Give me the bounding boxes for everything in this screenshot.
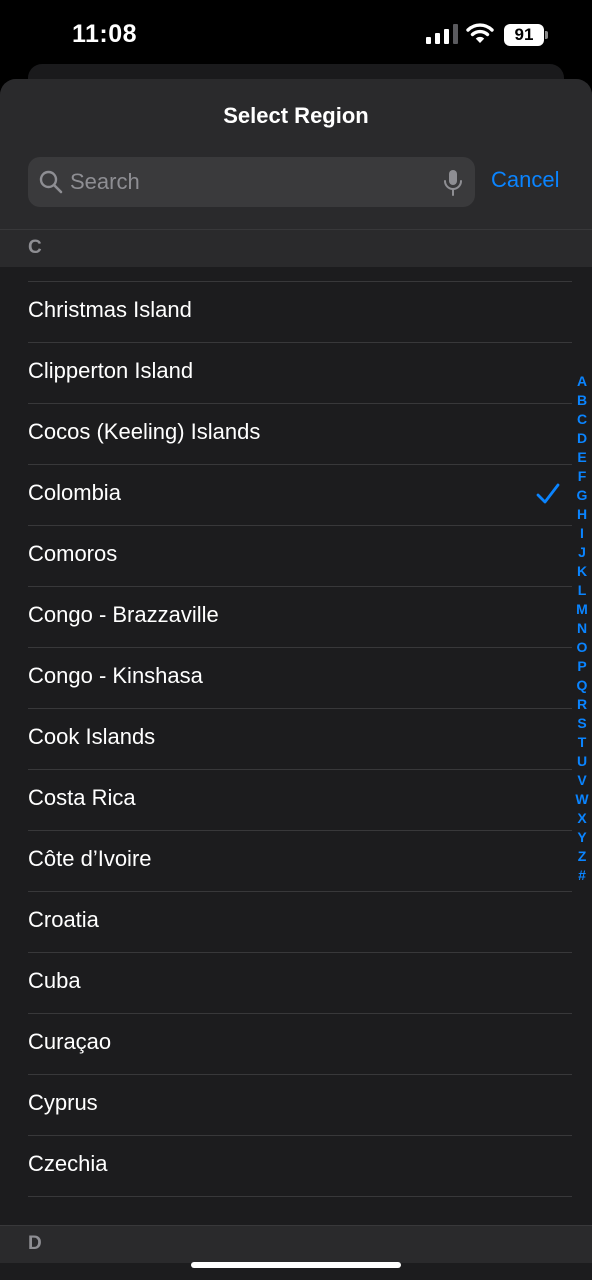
index-letter-o[interactable]: O [572,638,592,657]
select-region-sheet: Select Region Cancel C Christmas Island … [0,79,592,1280]
index-letter-l[interactable]: L [572,581,592,600]
index-letter-h[interactable]: H [572,505,592,524]
index-letter-b[interactable]: B [572,391,592,410]
index-letter-p[interactable]: P [572,657,592,676]
status-bar: 11:08 91 [0,0,592,70]
search-bar[interactable] [28,157,475,207]
region-label: Congo - Brazzaville [28,602,219,627]
search-input[interactable] [70,157,430,207]
index-letter-u[interactable]: U [572,752,592,771]
region-row-cote-divoire[interactable]: Côte d’Ivoire [0,830,592,891]
cancel-button[interactable]: Cancel [491,167,559,193]
region-list: Christmas Island Clipperton Island Cocos… [0,281,592,1197]
region-row-czechia[interactable]: Czechia [0,1135,592,1196]
region-row-cook-islands[interactable]: Cook Islands [0,708,592,769]
region-label: Costa Rica [28,785,136,810]
search-icon [39,170,63,194]
index-letter-e[interactable]: E [572,448,592,467]
region-label: Côte d’Ivoire [28,846,152,871]
index-letter-w[interactable]: W [572,790,592,809]
index-letter-q[interactable]: Q [572,676,592,695]
cellular-signal-icon [426,24,458,44]
section-index[interactable]: A B C D E F G H I J K L M N O P Q R S T … [572,372,592,885]
region-label: Comoros [28,541,118,566]
region-row-croatia[interactable]: Croatia [0,891,592,952]
region-label: Croatia [28,907,99,932]
sheet-title: Select Region [223,103,369,128]
region-label: Czechia [28,1151,108,1176]
index-letter-hash[interactable]: # [572,866,592,885]
region-label: Congo - Kinshasa [28,663,203,688]
region-row-curacao[interactable]: Curaçao [0,1013,592,1074]
index-letter-f[interactable]: F [572,467,592,486]
region-row-congo-kinshasa[interactable]: Congo - Kinshasa [0,647,592,708]
index-letter-c[interactable]: C [572,410,592,429]
index-letter-d[interactable]: D [572,429,592,448]
region-row-cuba[interactable]: Cuba [0,952,592,1013]
battery-level: 91 [514,25,534,44]
region-label: Cook Islands [28,724,156,749]
index-letter-k[interactable]: K [572,562,592,581]
region-label: Cuba [28,968,81,993]
section-header-d: D [0,1225,592,1263]
index-letter-x[interactable]: X [572,809,592,828]
index-letter-v[interactable]: V [572,771,592,790]
section-letter: D [28,1233,42,1254]
microphone-icon[interactable] [442,169,464,197]
index-letter-a[interactable]: A [572,372,592,391]
region-label: Cocos (Keeling) Islands [28,419,261,444]
region-row-cyprus[interactable]: Cyprus [0,1074,592,1135]
region-label: Christmas Island [28,297,192,322]
sheet-header: Select Region Cancel [0,79,592,229]
index-letter-g[interactable]: G [572,486,592,505]
index-letter-i[interactable]: I [572,524,592,543]
region-row-colombia[interactable]: Colombia [0,464,592,525]
index-letter-z[interactable]: Z [572,847,592,866]
index-letter-m[interactable]: M [572,600,592,619]
index-letter-s[interactable]: S [572,714,592,733]
index-letter-n[interactable]: N [572,619,592,638]
region-label: Colombia [28,480,121,505]
index-letter-y[interactable]: Y [572,828,592,847]
index-letter-t[interactable]: T [572,733,592,752]
status-time: 11:08 [72,20,138,48]
section-header-c: C [0,229,592,267]
region-row-costa-rica[interactable]: Costa Rica [0,769,592,830]
region-label: Curaçao [28,1029,112,1054]
wifi-icon [466,23,494,43]
region-label: Cyprus [28,1090,98,1115]
index-letter-r[interactable]: R [572,695,592,714]
region-row-comoros[interactable]: Comoros [0,525,592,586]
battery-icon: 91 [504,24,548,46]
home-indicator[interactable] [191,1262,401,1268]
region-row-cocos-keeling-islands[interactable]: Cocos (Keeling) Islands [0,403,592,464]
region-row-congo-brazzaville[interactable]: Congo - Brazzaville [0,586,592,647]
section-letter: C [28,237,42,258]
region-label: Clipperton Island [28,358,194,383]
region-row-clipperton-island[interactable]: Clipperton Island [0,342,592,403]
region-row-christmas-island[interactable]: Christmas Island [0,281,592,342]
checkmark-icon [536,483,560,504]
index-letter-j[interactable]: J [572,543,592,562]
list-separator [0,1196,592,1197]
